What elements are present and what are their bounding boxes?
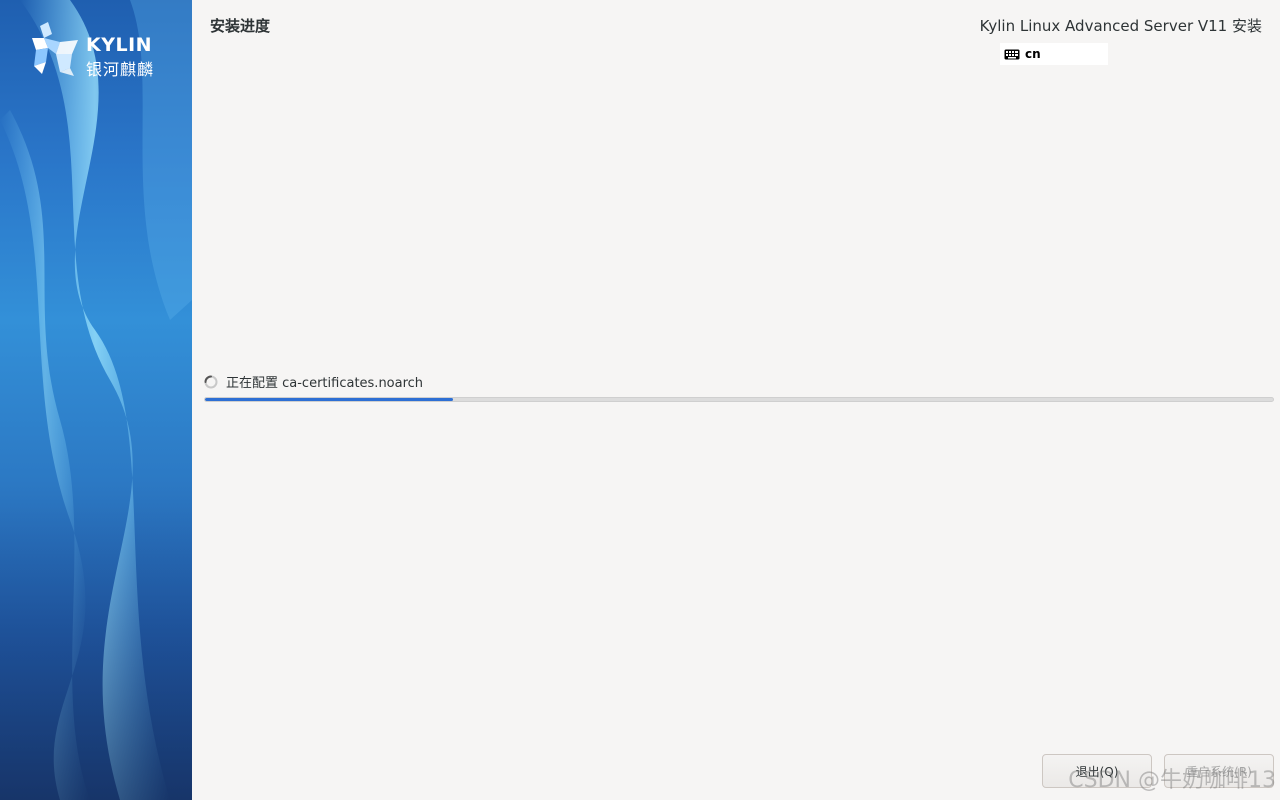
install-progress-bar bbox=[204, 397, 1274, 402]
progress-status-text: 正在配置 ca-certificates.noarch bbox=[226, 376, 424, 391]
product-title: Kylin Linux Advanced Server V11 安装 bbox=[979, 17, 1262, 35]
install-progress-fill bbox=[205, 398, 453, 401]
logo-wordmark-cn: 银河麒麟 bbox=[86, 60, 155, 79]
kylin-mark-icon bbox=[32, 22, 78, 76]
sidebar-wave-art bbox=[0, 0, 192, 800]
keyboard-icon bbox=[1004, 49, 1020, 59]
spinner-icon bbox=[204, 375, 218, 388]
quit-button[interactable]: 退出(Q) bbox=[1042, 754, 1152, 788]
logo-wordmark: KYLIN bbox=[86, 34, 153, 56]
reboot-button[interactable]: 重启系统(R) bbox=[1164, 754, 1274, 788]
sidebar: KYLIN 银河麒麟 bbox=[0, 0, 192, 800]
installer-window: KYLIN 银河麒麟 安装进度 Kylin Linux Advanced Ser… bbox=[0, 0, 1280, 800]
page-title: 安装进度 bbox=[210, 17, 271, 35]
progress-status-row: 正在配置 ca-certificates.noarch bbox=[204, 372, 423, 391]
keyboard-layout-label: cn bbox=[1025, 47, 1041, 61]
kylin-logo: KYLIN 银河麒麟 bbox=[26, 20, 176, 80]
keyboard-layout-indicator[interactable]: cn bbox=[1000, 43, 1108, 65]
